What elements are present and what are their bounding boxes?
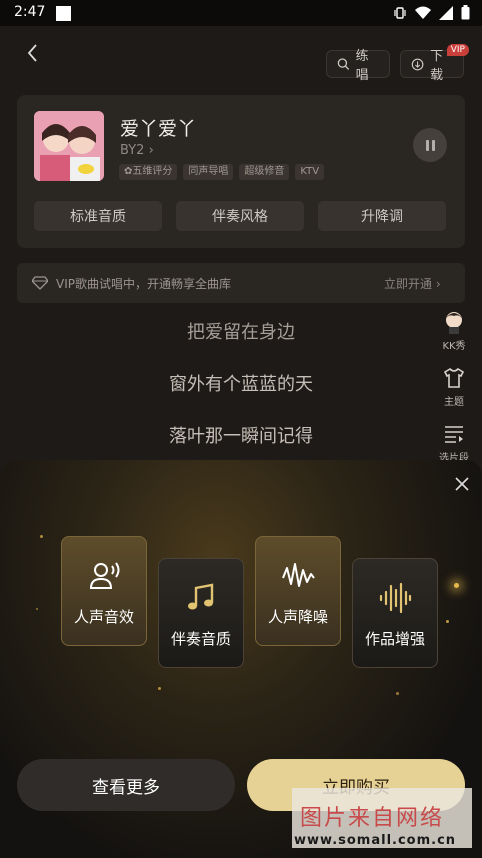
feature-accompaniment-quality[interactable]: 伴奏音质 <box>158 558 244 668</box>
lyric-line: 窗外有个蓝蓝的天 <box>169 374 313 395</box>
waveform-icon <box>379 582 412 614</box>
lyric-line: 落叶那一瞬间记得 <box>169 426 313 447</box>
watermark-url: www.somall.com.cn <box>294 833 457 848</box>
status-time: 2:47 <box>14 4 46 20</box>
download-icon <box>411 58 424 70</box>
music-note-icon <box>188 583 214 610</box>
practice-button[interactable]: 练唱 <box>326 49 390 83</box>
feature-label: 人声音效 <box>73 608 134 626</box>
feature-voice-effect[interactable]: 人声音效 <box>61 536 147 646</box>
watermark-text: 图片来自网络 <box>300 806 445 831</box>
album-cover-art <box>34 111 104 181</box>
battery-icon <box>461 5 470 20</box>
sparkle <box>36 608 38 610</box>
close-sheet-button[interactable] <box>452 474 472 494</box>
status-icons <box>393 5 470 20</box>
vip-open-label: 立即开通 <box>384 277 433 291</box>
tag-pitch-fix: 超级修音 <box>239 164 290 180</box>
tag-guide-vocal: 同声导唱 <box>183 164 234 180</box>
search-icon <box>337 58 350 70</box>
select-segment-button[interactable]: 选片段 <box>434 422 474 464</box>
feature-label: 伴奏音质 <box>170 630 231 648</box>
segment-icon <box>445 426 463 443</box>
vibrate-icon <box>394 6 406 19</box>
sparkle <box>446 620 449 623</box>
album-cover[interactable] <box>34 111 104 181</box>
artist-name: BY2 <box>120 143 145 158</box>
kk-show-button[interactable]: KK秀 <box>434 310 474 352</box>
sparkle <box>454 583 459 588</box>
diamond-icon <box>32 276 48 290</box>
view-more-button[interactable]: 查看更多 <box>17 759 235 811</box>
quality-option-button[interactable]: 标准音质 <box>34 201 162 231</box>
theme-label: 主题 <box>444 397 464 408</box>
noise-reduction-icon <box>282 563 315 587</box>
vip-badge: VIP <box>446 44 469 56</box>
song-title: 爱丫爱丫 <box>120 118 197 140</box>
sparkle <box>158 687 161 690</box>
notification-icon <box>56 6 71 21</box>
vip-banner-text: VIP歌曲试唱中，开通畅享全曲库 <box>56 277 231 291</box>
pause-icon <box>425 139 429 151</box>
chevron-left-icon <box>27 44 37 62</box>
voice-effect-icon <box>89 562 120 589</box>
theme-button[interactable]: 主题 <box>434 366 474 408</box>
chevron-right-icon: › <box>435 277 441 291</box>
feature-label: 作品增强 <box>364 630 425 648</box>
tag-score: ✿五维评分 <box>119 164 178 180</box>
shirt-icon <box>443 367 465 388</box>
song-tags: ✿五维评分 同声导唱 超级修音 KTV <box>119 164 325 180</box>
wifi-icon <box>415 6 431 19</box>
pause-button[interactable] <box>413 128 447 162</box>
pause-icon-bar <box>431 139 435 151</box>
artist-link[interactable]: BY2 › <box>120 143 154 158</box>
signal-icon <box>439 5 453 20</box>
back-button[interactable] <box>22 40 44 66</box>
pitch-shift-button[interactable]: 升降调 <box>318 201 446 231</box>
feature-work-enhance[interactable]: 作品增强 <box>352 558 438 668</box>
close-icon <box>455 477 469 491</box>
sparkle <box>396 692 399 695</box>
lyric-line: 把爱留在身边 <box>187 322 295 343</box>
chevron-right-icon: › <box>148 143 154 158</box>
practice-label: 练唱 <box>355 49 369 83</box>
feature-noise-reduction[interactable]: 人声降噪 <box>255 536 341 646</box>
kk-show-label: KK秀 <box>442 341 466 352</box>
vip-open-link[interactable]: 立即开通 › <box>384 275 441 292</box>
feature-label: 人声降噪 <box>267 608 328 626</box>
tag-ktv: KTV <box>295 164 325 180</box>
avatar-icon <box>446 312 462 334</box>
sparkle <box>40 535 43 538</box>
accompaniment-style-button[interactable]: 伴奏风格 <box>176 201 304 231</box>
